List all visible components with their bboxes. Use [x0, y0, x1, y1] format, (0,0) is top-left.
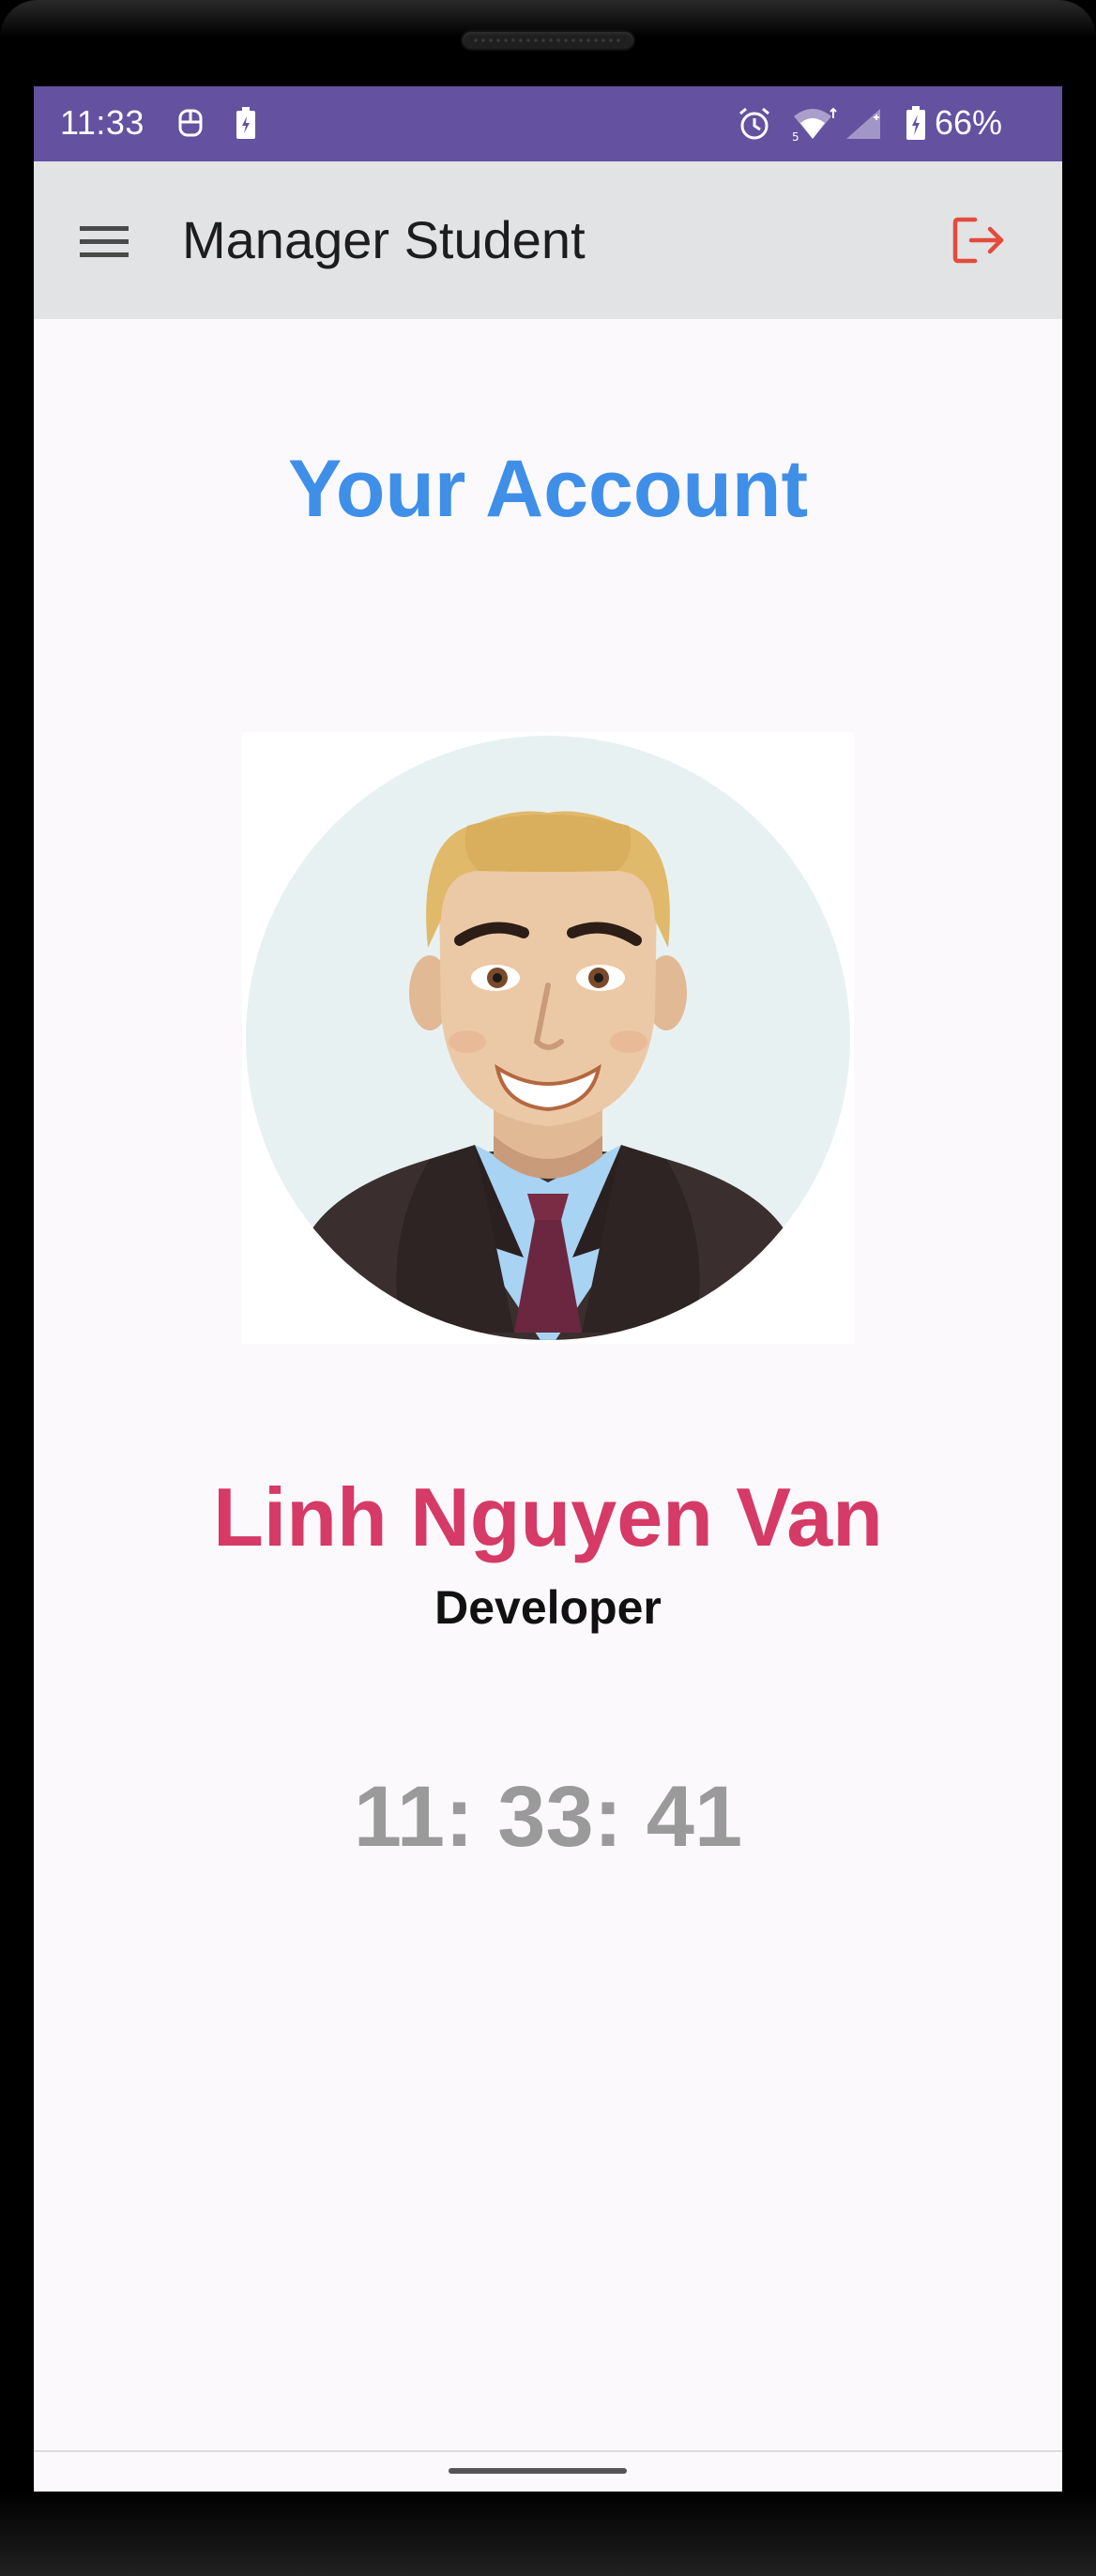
alarm-icon: [736, 105, 773, 147]
battery-charging-icon: [905, 105, 927, 147]
phone-screen: 11:33 5 66% Manager Student Your Account…: [34, 86, 1062, 2492]
clock-display: 11: 33: 41: [353, 1769, 743, 1865]
app-title: Manager Student: [182, 210, 586, 269]
hamburger-menu-icon: [80, 226, 129, 257]
cell-signal-icon: [843, 105, 886, 147]
nav-bar-divider: [34, 2450, 1062, 2452]
user-role: Developer: [434, 1581, 662, 1634]
logout-button[interactable]: [944, 205, 1015, 276]
status-time: 11:33: [60, 103, 145, 142]
logout-icon: [952, 217, 1004, 264]
svg-text:5: 5: [792, 130, 799, 143]
device-bezel-bottom: [0, 2492, 1096, 2576]
device-speaker-grille: [463, 32, 633, 49]
male-avatar-illustration: [246, 736, 850, 1340]
notification-app-icon: [176, 105, 205, 147]
menu-button[interactable]: [71, 208, 137, 274]
page-title: Your Account: [287, 444, 809, 534]
user-name: Linh Nguyen Van: [213, 1471, 883, 1563]
status-bar: 11:33 5 66%: [34, 86, 1062, 161]
battery-percentage: 66%: [935, 103, 1003, 142]
app-bar: Manager Student: [34, 161, 1062, 319]
gesture-navigation-handle[interactable]: [449, 2468, 627, 2474]
battery-saver-icon: [235, 105, 257, 147]
wifi-icon: 5: [790, 105, 841, 147]
avatar: [242, 732, 854, 1344]
